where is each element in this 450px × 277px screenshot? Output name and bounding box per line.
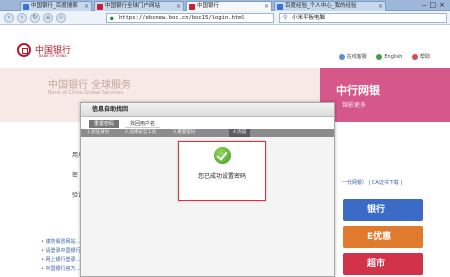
browser-tab-1[interactable]: 中国银行_百度搜索 × <box>20 1 92 11</box>
dialog-title: 信息自助找回 <box>81 103 334 117</box>
step-select-security-tool: 2.选择安全工具 <box>125 130 157 135</box>
globe-icon <box>376 53 383 60</box>
boc-logo-icon <box>17 43 31 57</box>
tile-e-offer[interactable]: E优惠 <box>343 226 423 248</box>
step-verify-identity: 1.验证身份 <box>87 130 110 135</box>
chat-icon <box>338 53 345 60</box>
close-icon[interactable]: × <box>176 2 181 11</box>
notice-list: 谨防假冒网站… 请登录中国银行… 网上银行登录… 中国银行官方… <box>41 238 86 274</box>
back-icon[interactable]: ‹ <box>4 13 14 23</box>
baidu-favicon-icon <box>23 4 29 10</box>
tab-find-username[interactable]: 找回用户名 <box>125 120 161 128</box>
boc-favicon-icon <box>97 4 103 10</box>
tab-reset-password[interactable]: 重置密码 <box>89 120 120 128</box>
english-link[interactable]: English <box>376 53 403 60</box>
notice-item[interactable]: 网上银行登录… <box>41 256 86 265</box>
online-service-label: 在线客服 <box>346 54 367 60</box>
address-text: https://ebsnew.boc.cn/boc15/login.html <box>119 15 245 21</box>
browser-tab-4[interactable]: 百度经验_个人中心_我的经验 × <box>274 1 386 11</box>
browser-navbar: ‹ › ↻ ⌂ ☆ ● https://ebsnew.boc.cn/boc15/… <box>0 11 450 25</box>
progress-steps: 1.验证身份 2.选择安全工具 3.重置密码 4.完成 <box>81 129 334 137</box>
logo-en-text: BANK OF CHINA <box>39 54 67 58</box>
banner-subtitle: Bank of China Global Services <box>48 90 124 96</box>
search-text: 小米平板电脑 <box>292 15 326 21</box>
tab-label: 中国银行 <box>197 3 220 9</box>
tile-mall[interactable]: 超市 <box>343 253 423 275</box>
lock-icon: ● <box>110 15 114 22</box>
banner-title: 中国银行 全球服务 <box>48 80 132 91</box>
home-icon[interactable]: ⌂ <box>43 13 53 23</box>
help-link[interactable]: 帮助 <box>411 53 430 60</box>
baidu-favicon-icon <box>277 4 283 10</box>
dialog-tabs: 重置密码 找回用户名 <box>81 117 334 128</box>
help-icon <box>411 53 418 60</box>
notice-item[interactable]: 谨防假冒网站… <box>41 238 86 247</box>
browser-tab-2[interactable]: 中国银行全球门户网站 × <box>94 1 184 11</box>
tab-label: 中国银行_百度搜索 <box>31 3 78 9</box>
help-label: 帮助 <box>419 54 430 60</box>
tile-bank[interactable]: 银行 <box>343 199 423 221</box>
star-icon[interactable]: ☆ <box>56 13 66 23</box>
boc-favicon-icon <box>189 4 195 10</box>
promo-title: 中行网银 <box>336 84 380 97</box>
check-icon <box>214 147 231 164</box>
online-service-link[interactable]: 在线客服 <box>338 53 367 60</box>
success-popup: 您已成功设置密码 <box>178 141 266 201</box>
english-label: English <box>384 54 403 60</box>
window-controls[interactable]: ‒□× <box>422 1 448 9</box>
close-icon[interactable]: × <box>264 2 269 11</box>
promo-banner[interactable]: 中行网银 锦影更多 <box>320 68 450 122</box>
search-input[interactable]: ⚲ 小米平板电脑 <box>279 13 447 23</box>
promo-subtitle: 锦影更多 <box>342 102 367 109</box>
notice-item[interactable]: 请登录中国银行… <box>41 247 86 256</box>
header-links: 在线客服 English 帮助 <box>331 53 430 60</box>
side-tiles: 银行 E优惠 超市 <box>343 199 423 277</box>
close-icon[interactable]: × <box>84 2 89 11</box>
success-message: 您已成功设置密码 <box>197 173 246 180</box>
browser-tab-3[interactable]: 中国银行 × <box>186 1 272 11</box>
close-icon[interactable]: × <box>378 2 383 11</box>
step-complete: 4.完成 <box>229 129 251 137</box>
browser-tabbar: 中国银行_百度搜索 × 中国银行全球门户网站 × 中国银行 × 百度经验_个人中… <box>0 0 450 11</box>
tab-label: 中国银行全球门户网站 <box>105 3 161 9</box>
step-reset-password: 3.重置密码 <box>173 130 196 135</box>
tab-label: 百度经验_个人中心_我的经验 <box>285 3 357 9</box>
address-bar[interactable]: ● https://ebsnew.boc.cn/boc15/login.html <box>106 13 274 23</box>
refresh-icon[interactable]: ↻ <box>30 13 40 23</box>
search-icon: ⚲ <box>283 14 288 21</box>
notice-item[interactable]: 中国银行官方… <box>41 265 86 274</box>
cert-download-link[interactable]: 一代网银） | CA证书下载 | <box>342 179 402 186</box>
forward-icon[interactable]: › <box>17 13 27 23</box>
